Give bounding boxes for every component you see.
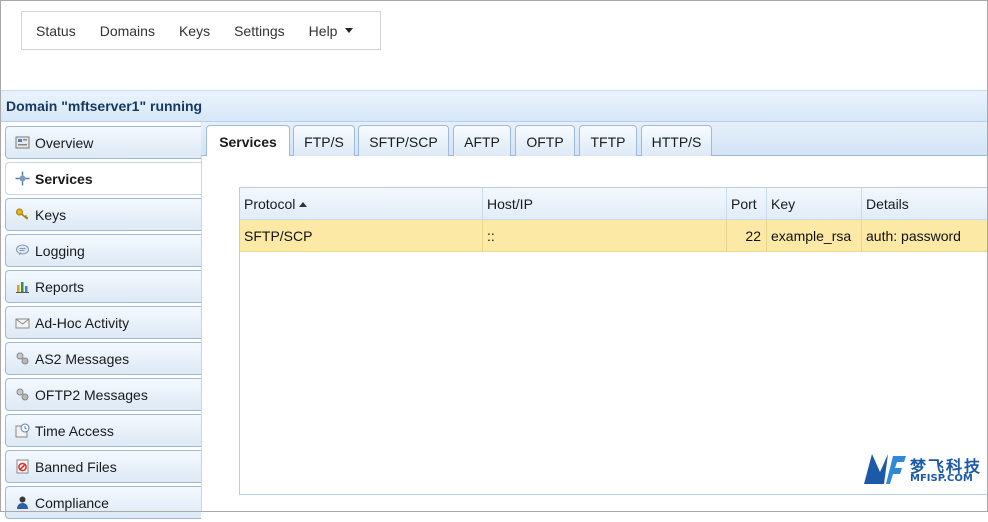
domain-status-header: Domain "mftserver1" running [1, 90, 987, 122]
sidebar-item-services[interactable]: Services [5, 162, 201, 195]
sidebar-item-as2-messages[interactable]: AS2 Messages [5, 342, 201, 375]
keys-icon [15, 207, 30, 222]
table-row[interactable]: SFTP/SCP :: 22 example_rsa auth: passwor… [240, 220, 988, 252]
oftp2-icon [15, 387, 30, 402]
cell-details: auth: password [866, 228, 961, 244]
logging-icon [15, 243, 30, 258]
sidebar-item-time-access[interactable]: Time Access [5, 414, 201, 447]
sidebar-item-label: Services [35, 170, 93, 187]
tab-sftp-scp[interactable]: SFTP/SCP [358, 125, 449, 157]
watermark-logo: 梦飞科技 MFISP.COM [862, 450, 984, 490]
adhoc-icon [15, 315, 30, 330]
overview-icon [15, 135, 30, 150]
column-protocol[interactable]: Protocol [240, 188, 483, 220]
banned-files-icon [15, 459, 30, 474]
sidebar-item-label: Time Access [35, 422, 114, 439]
column-details[interactable]: Details [862, 188, 988, 220]
mf-logo-icon [864, 454, 906, 484]
menu-domains[interactable]: Domains [92, 12, 165, 49]
column-label: Protocol [244, 196, 296, 212]
tab-services[interactable]: Services [206, 125, 290, 158]
sidebar-item-label: Banned Files [35, 458, 117, 475]
sidebar-item-adhoc-activity[interactable]: Ad-Hoc Activity [5, 306, 201, 339]
tab-tftp[interactable]: TFTP [579, 125, 637, 157]
sidebar-item-oftp2-messages[interactable]: OFTP2 Messages [5, 378, 201, 411]
column-host-ip[interactable]: Host/IP [483, 188, 727, 220]
column-key[interactable]: Key [767, 188, 862, 220]
sidebar-item-label: OFTP2 Messages [35, 386, 148, 403]
time-access-icon [15, 423, 30, 438]
chevron-down-icon [345, 28, 354, 33]
sidebar-item-label: Keys [35, 206, 67, 223]
sort-ascending-icon [299, 201, 308, 207]
top-menu-bar: Status Domains Keys Settings Help [21, 11, 381, 50]
sidebar-item-compliance[interactable]: Compliance [5, 486, 201, 519]
cell-key: example_rsa [767, 220, 862, 252]
reports-icon [15, 279, 30, 294]
menu-help[interactable]: Help [301, 12, 364, 49]
grid-header: Protocol Host/IP Port Key Details [240, 188, 988, 220]
watermark-en-text: MFISP.COM [910, 473, 973, 484]
menu-settings[interactable]: Settings [226, 12, 295, 49]
sidebar-item-reports[interactable]: Reports [5, 270, 201, 303]
tab-aftp[interactable]: AFTP [453, 125, 511, 157]
as2-icon [15, 351, 30, 366]
cell-port: 22 [727, 220, 767, 252]
sidebar-item-logging[interactable]: Logging [5, 234, 201, 267]
menu-keys[interactable]: Keys [171, 12, 220, 49]
menu-help-label: Help [308, 22, 338, 39]
sidebar-item-label: Reports [35, 278, 85, 295]
tab-http-s[interactable]: HTTP/S [641, 125, 712, 157]
tab-ftps[interactable]: FTP/S [293, 125, 355, 157]
compliance-icon [15, 495, 30, 510]
sidebar-item-keys[interactable]: Keys [5, 198, 201, 231]
sidebar-item-label: Overview [35, 134, 94, 151]
sidebar: Overview Services Keys Logging Reports A… [5, 126, 201, 522]
services-icon [15, 171, 30, 186]
sidebar-item-overview[interactable]: Overview [5, 126, 201, 159]
tab-bar: Services FTP/S SFTP/SCP AFTP OFTP TFTP H… [201, 121, 988, 158]
sidebar-item-label: Compliance [35, 494, 109, 511]
services-grid: Protocol Host/IP Port Key Details SFTP/S… [239, 187, 988, 495]
sidebar-item-label: AS2 Messages [35, 350, 130, 367]
column-port[interactable]: Port [727, 188, 767, 220]
cell-protocol: SFTP/SCP [240, 220, 483, 252]
sidebar-item-banned-files[interactable]: Banned Files [5, 450, 201, 483]
tab-oftp[interactable]: OFTP [515, 125, 575, 157]
sidebar-item-label: Logging [35, 242, 85, 259]
menu-status[interactable]: Status [28, 12, 86, 49]
sidebar-item-label: Ad-Hoc Activity [35, 314, 130, 331]
cell-host-ip: :: [483, 220, 727, 252]
